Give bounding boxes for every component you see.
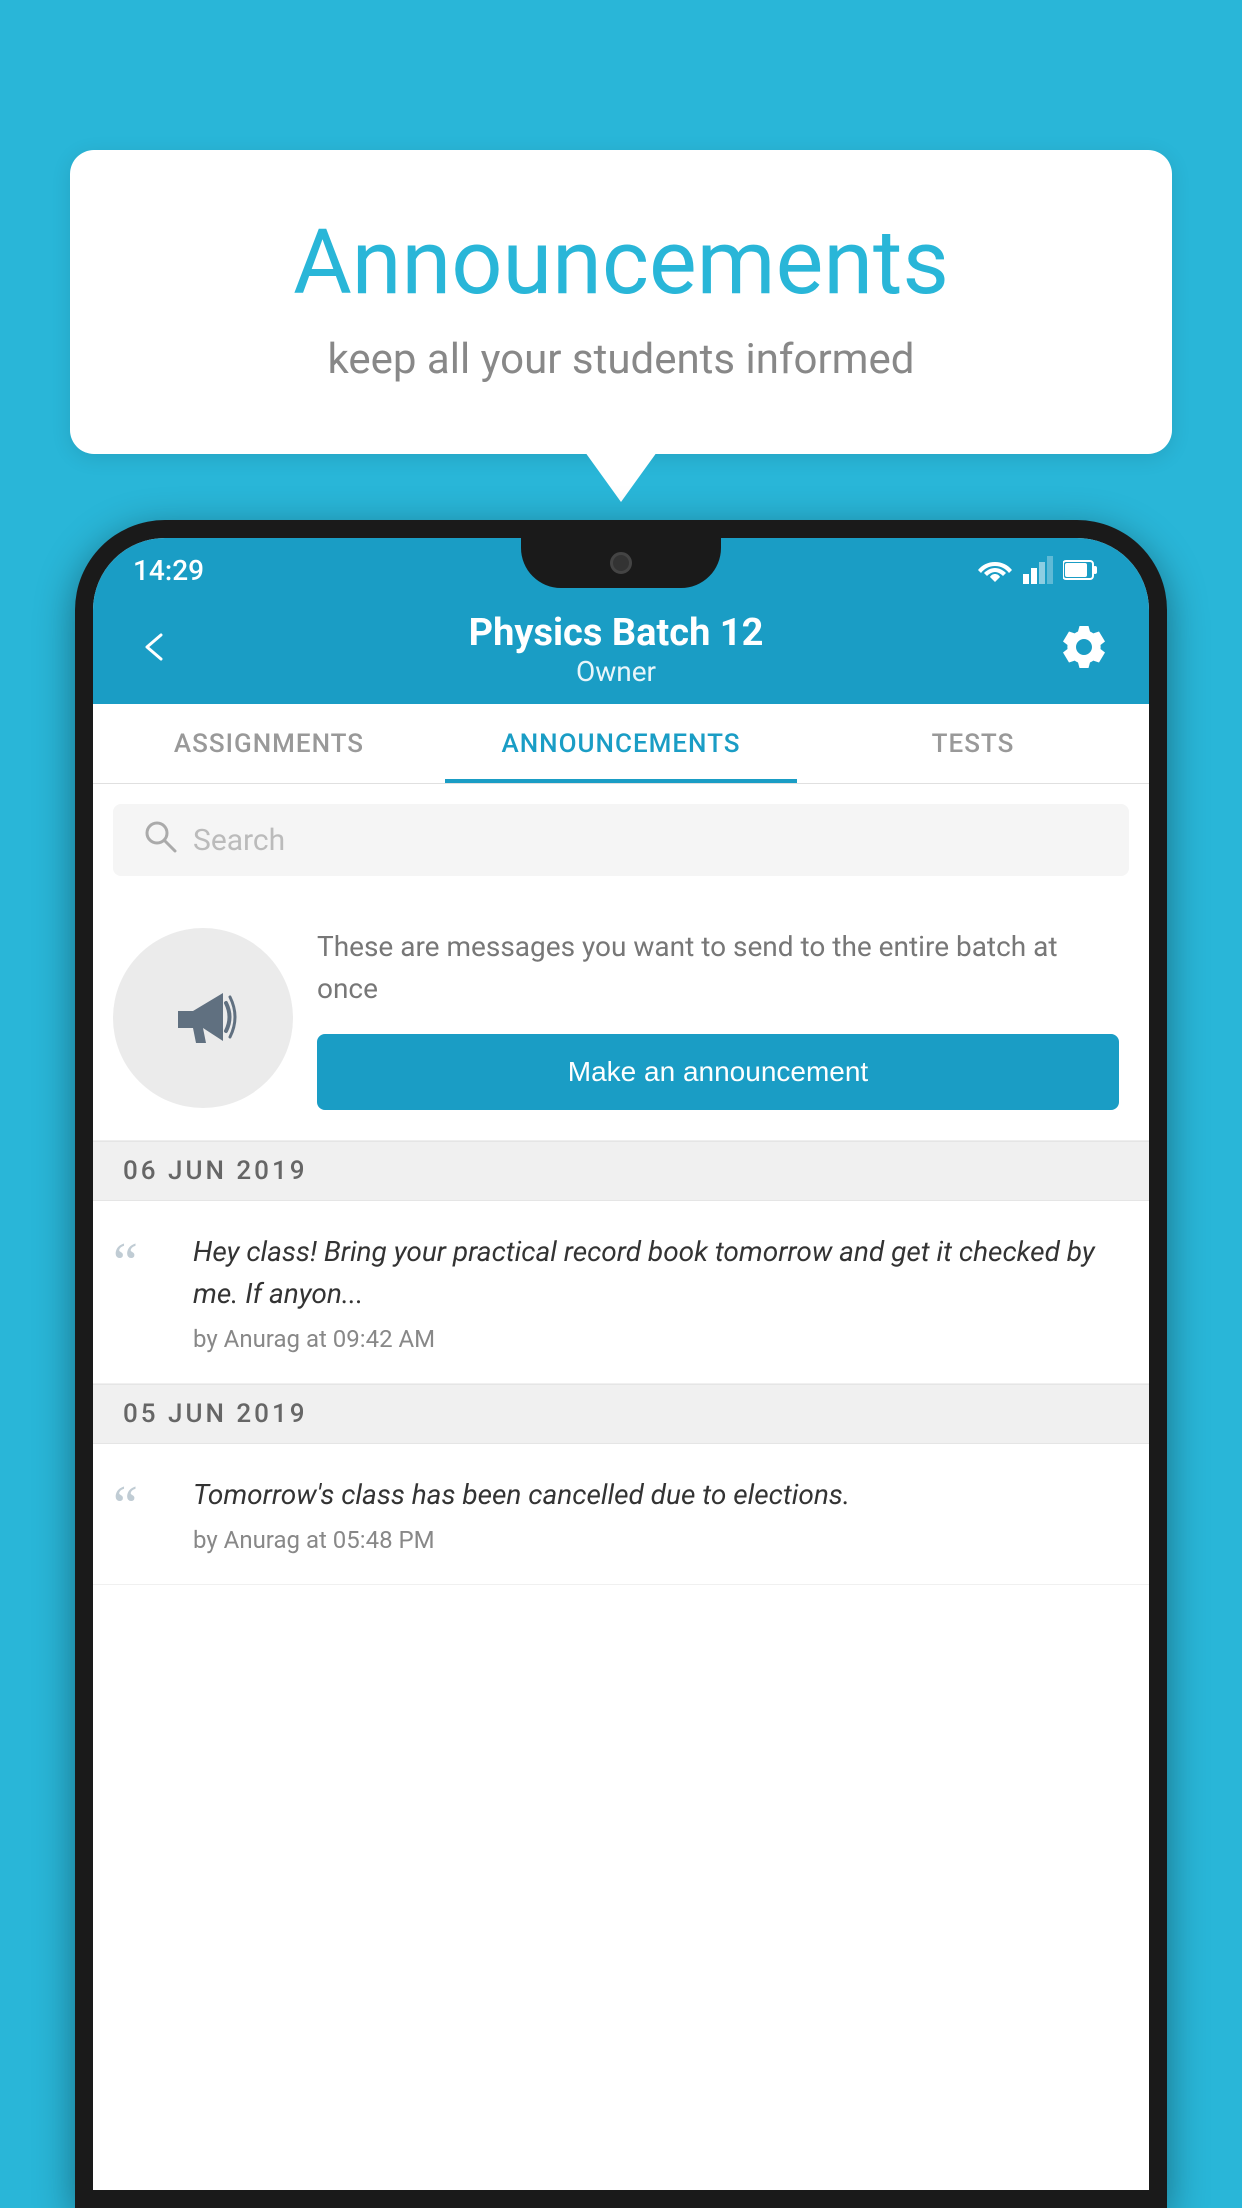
announcement-meta-1: by Anurag at 09:42 AM <box>193 1325 1129 1353</box>
date-separator-2: 05 JUN 2019 <box>93 1384 1149 1444</box>
promo-right: These are messages you want to send to t… <box>317 926 1119 1110</box>
announcement-content-1: Hey class! Bring your practical record b… <box>193 1231 1129 1353</box>
signal-icon <box>1023 556 1053 584</box>
quote-icon-2: “ <box>113 1478 173 1554</box>
quote-icon-1: “ <box>113 1235 173 1353</box>
phone-inner: 14:29 <box>93 538 1149 2190</box>
wifi-icon <box>977 556 1013 584</box>
announcement-content-2: Tomorrow's class has been cancelled due … <box>193 1474 1129 1554</box>
settings-button[interactable] <box>1059 622 1109 676</box>
megaphone-icon <box>158 973 248 1063</box>
status-icons <box>977 556 1099 584</box>
promo-banner: Announcements keep all your students inf… <box>70 150 1172 454</box>
back-button[interactable] <box>133 627 173 671</box>
app-bar-subtitle: Owner <box>469 655 764 688</box>
speech-bubble: Announcements keep all your students inf… <box>70 150 1172 454</box>
gear-icon <box>1059 622 1109 672</box>
content-area: Search These are messages you want to se… <box>93 784 1149 2190</box>
promo-description: These are messages you want to send to t… <box>317 926 1119 1010</box>
tab-announcements[interactable]: ANNOUNCEMENTS <box>445 704 797 783</box>
tab-assignments[interactable]: ASSIGNMENTS <box>93 704 445 783</box>
battery-icon <box>1063 559 1099 581</box>
date-separator-1: 06 JUN 2019 <box>93 1141 1149 1201</box>
announcement-text-1: Hey class! Bring your practical record b… <box>193 1231 1129 1315</box>
camera <box>610 552 632 574</box>
bubble-title: Announcements <box>150 210 1092 315</box>
announcement-item-1[interactable]: “ Hey class! Bring your practical record… <box>93 1201 1149 1384</box>
phone-notch <box>521 538 721 588</box>
promo-icon-circle <box>113 928 293 1108</box>
search-icon <box>143 819 177 861</box>
promo-area: These are messages you want to send to t… <box>93 896 1149 1141</box>
announcement-meta-2: by Anurag at 05:48 PM <box>193 1526 1129 1554</box>
search-placeholder: Search <box>193 823 285 858</box>
status-time: 14:29 <box>133 554 204 587</box>
back-arrow-icon <box>133 627 173 667</box>
make-announcement-button[interactable]: Make an announcement <box>317 1034 1119 1110</box>
bubble-subtitle: keep all your students informed <box>150 335 1092 384</box>
app-bar-title: Physics Batch 12 <box>469 611 764 655</box>
tab-bar: ASSIGNMENTS ANNOUNCEMENTS TESTS <box>93 704 1149 784</box>
search-bar[interactable]: Search <box>113 804 1129 876</box>
announcement-item-2[interactable]: “ Tomorrow's class has been cancelled du… <box>93 1444 1149 1585</box>
app-bar-title-group: Physics Batch 12 Owner <box>469 611 764 688</box>
app-bar: Physics Batch 12 Owner <box>93 594 1149 704</box>
announcement-text-2: Tomorrow's class has been cancelled due … <box>193 1474 1129 1516</box>
phone-frame: 14:29 <box>75 520 1167 2208</box>
tab-tests[interactable]: TESTS <box>797 704 1149 783</box>
